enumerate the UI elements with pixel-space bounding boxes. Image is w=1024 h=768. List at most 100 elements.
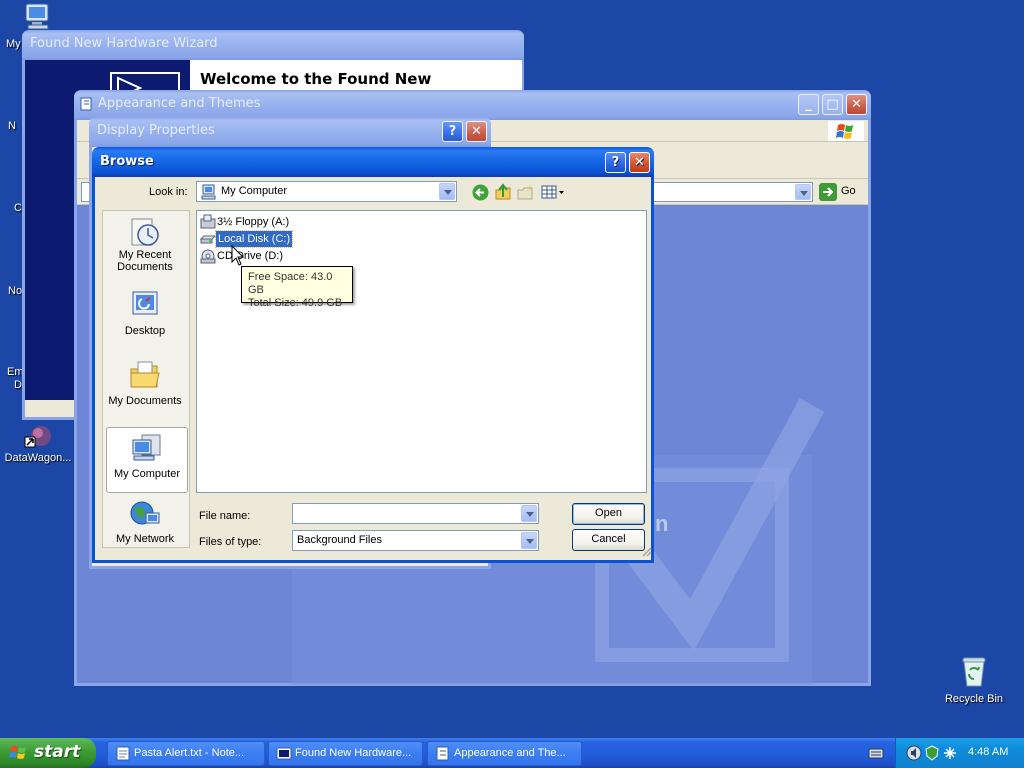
control-panel-icon <box>436 746 449 761</box>
file-list[interactable]: 3½ Floppy (A:) Local Disk (C:) CD Drive … <box>196 210 647 493</box>
place-label: My Recent Documents <box>117 249 173 273</box>
up-folder-icon[interactable] <box>494 183 512 201</box>
my-computer-icon <box>201 184 216 200</box>
task-label: Pasta Alert.txt - Note... <box>134 747 245 759</box>
place-label: My Network <box>115 533 175 545</box>
file-name: Local Disk (C:) <box>214 230 294 248</box>
files-of-type-select[interactable]: Background Files <box>292 530 539 551</box>
tray-network-icon[interactable] <box>942 745 958 761</box>
file-name-label: File name: <box>199 510 251 522</box>
task-label: Appearance and The... <box>454 747 566 759</box>
recycle-bin-icon <box>962 657 986 687</box>
files-of-type-value: Background Files <box>297 534 382 546</box>
mouse-cursor-icon <box>231 245 245 266</box>
go-button[interactable]: Go <box>817 182 865 202</box>
cd-drive-icon <box>200 249 216 264</box>
floppy-drive-icon <box>200 214 216 229</box>
appearance-titlebar[interactable]: Appearance and Themes _ □ ✕ <box>74 90 871 120</box>
address-dropdown-button[interactable] <box>795 184 811 200</box>
go-arrow-icon <box>819 183 837 201</box>
cancel-button[interactable]: Cancel <box>572 529 645 551</box>
display-title: Display Properties <box>97 123 215 138</box>
place-label: My Documents <box>108 395 182 407</box>
drive-info-tooltip: Free Space: 43.0 GB Total Size: 49.9 GB <box>241 266 353 309</box>
look-in-dropdown-button[interactable] <box>439 183 455 200</box>
control-panel-icon <box>80 97 92 111</box>
go-label: Go <box>841 185 856 197</box>
desktop-icon <box>132 291 158 315</box>
wizard-heading: Welcome to the Found New <box>200 70 432 88</box>
look-in-value: My Computer <box>221 185 288 197</box>
minimize-button[interactable]: _ <box>798 94 819 115</box>
my-documents-icon <box>130 361 160 388</box>
place-desktop[interactable]: Desktop <box>103 289 187 341</box>
display-titlebar[interactable]: Display Properties ? ✕ <box>89 117 491 147</box>
wizard-title: Found New Hardware Wizard <box>30 36 218 51</box>
close-button[interactable]: ✕ <box>846 94 867 115</box>
hard-disk-icon <box>200 235 216 244</box>
my-computer-icon <box>25 3 49 30</box>
file-name: CD Drive (D:) <box>217 250 283 262</box>
files-of-type-dropdown-button[interactable] <box>521 532 537 549</box>
system-tray: 4:48 AM <box>895 738 1024 768</box>
appearance-title: Appearance and Themes <box>98 96 261 111</box>
wizard-titlebar[interactable]: Found New Hardware Wizard <box>22 30 524 60</box>
desktop-icon-recycle-bin[interactable]: Recycle Bin <box>934 655 1014 705</box>
browse-titlebar[interactable]: Browse ? ✕ <box>92 147 654 177</box>
list-item-local-disk[interactable]: Local Disk (C:) <box>200 230 300 248</box>
tray-speaker-icon[interactable] <box>906 745 922 761</box>
task-hardware-wizard[interactable]: Found New Hardware... <box>268 741 423 766</box>
windows-logo-icon <box>9 746 26 759</box>
file-name-dropdown-button[interactable] <box>521 505 537 522</box>
list-item-cd-drive[interactable]: CD Drive (D:) <box>200 248 300 264</box>
open-label: Open <box>595 507 622 519</box>
place-my-documents[interactable]: My Documents <box>103 359 187 411</box>
start-button[interactable]: start <box>0 738 96 768</box>
notepad-icon <box>116 746 130 761</box>
look-in-combo[interactable]: My Computer <box>196 181 457 202</box>
desktop-icon-label: N <box>8 120 16 132</box>
desktop-icon-label: My <box>6 38 21 50</box>
tray-security-icon[interactable] <box>924 745 940 761</box>
desktop-icon-label: D <box>14 379 22 391</box>
cancel-label: Cancel <box>591 533 626 545</box>
place-recent-documents[interactable]: My Recent Documents <box>103 217 187 279</box>
look-in-label: Look in: <box>149 186 188 198</box>
start-label: start <box>34 742 81 762</box>
hardware-icon <box>276 747 292 760</box>
desktop-icon-label: DataWagon... <box>4 452 72 464</box>
maximize-button[interactable]: □ <box>822 94 843 115</box>
desktop-icon-label: No <box>8 285 23 297</box>
my-computer-icon <box>132 434 161 461</box>
recent-documents-icon <box>131 218 159 246</box>
my-network-icon <box>130 501 160 525</box>
browse-title: Browse <box>100 154 154 169</box>
list-item-floppy[interactable]: 3½ Floppy (A:) <box>200 214 320 230</box>
resize-grip-icon[interactable] <box>640 545 652 557</box>
close-button[interactable]: ✕ <box>466 121 487 142</box>
help-button[interactable]: ? <box>605 152 626 173</box>
keyboard-icon[interactable] <box>868 747 884 759</box>
browse-dialog[interactable]: Browse ? ✕ Look in: My Computer My Recen… <box>92 147 654 563</box>
file-name-input[interactable] <box>292 503 539 524</box>
views-menu-icon[interactable] <box>541 185 565 200</box>
places-bar: My Recent Documents Desktop My Documents… <box>102 210 190 548</box>
task-appearance-themes[interactable]: Appearance and The... <box>427 741 582 766</box>
help-button[interactable]: ? <box>442 121 463 142</box>
file-name: 3½ Floppy (A:) <box>217 216 290 228</box>
back-icon[interactable] <box>472 184 489 201</box>
place-label: My Computer <box>113 468 181 480</box>
new-folder-icon[interactable] <box>517 184 535 201</box>
total-size-text: Total Size: 49.9 GB <box>248 297 343 309</box>
close-button[interactable]: ✕ <box>629 152 650 173</box>
desktop-icon-label: Recycle Bin <box>944 693 1004 705</box>
datawagon-icon <box>24 426 51 448</box>
place-my-network[interactable]: My Network <box>103 499 187 547</box>
desktop-icon-datawagon[interactable]: DataWagon... <box>0 424 76 464</box>
task-label: Found New Hardware... <box>295 747 412 759</box>
desktop-icon-label: C <box>14 202 22 214</box>
open-button[interactable]: Open <box>572 503 645 525</box>
place-my-computer[interactable]: My Computer <box>106 427 188 493</box>
windows-flag-icon <box>828 121 864 141</box>
task-notepad[interactable]: Pasta Alert.txt - Note... <box>107 741 265 766</box>
